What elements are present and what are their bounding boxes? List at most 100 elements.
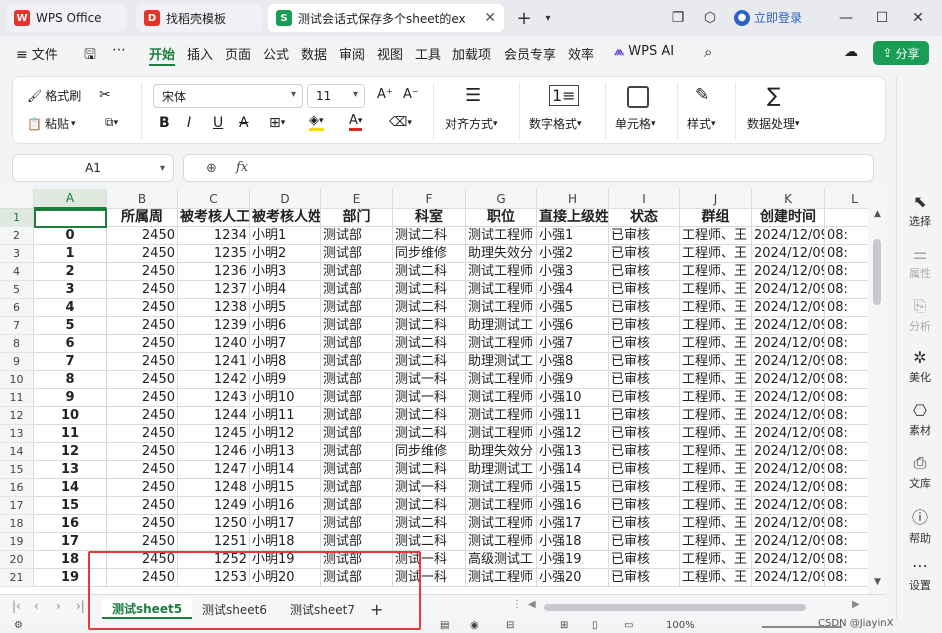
- row-header[interactable]: 13: [0, 425, 34, 443]
- font-name-select[interactable]: 宋体 ▾: [153, 84, 303, 108]
- table-cell[interactable]: 测试部: [321, 227, 393, 245]
- table-cell[interactable]: 工程师、王: [680, 443, 752, 461]
- table-cell[interactable]: 小强17: [537, 515, 609, 533]
- row-header[interactable]: 5: [0, 281, 34, 299]
- panel-materials[interactable]: ⎔ 素材: [897, 401, 942, 438]
- menu-formula[interactable]: 公式: [263, 44, 289, 63]
- eye-icon[interactable]: ◉: [470, 620, 479, 631]
- table-cell[interactable]: 小明17: [250, 515, 321, 533]
- cloud-upload-icon[interactable]: ☁: [844, 44, 858, 60]
- table-cell[interactable]: 小明7: [250, 335, 321, 353]
- table-cell[interactable]: 测试二科: [393, 317, 466, 335]
- table-cell[interactable]: 已审核: [609, 353, 680, 371]
- table-cell[interactable]: 1238: [178, 299, 250, 317]
- table-cell[interactable]: 已审核: [609, 335, 680, 353]
- table-cell[interactable]: 2450: [107, 353, 178, 371]
- fx-icon[interactable]: fx: [236, 160, 248, 175]
- select-all-corner[interactable]: [0, 189, 34, 209]
- table-cell[interactable]: 1239: [178, 317, 250, 335]
- minimize-icon[interactable]: —: [836, 8, 856, 28]
- table-cell[interactable]: 小强2: [537, 245, 609, 263]
- table-cell[interactable]: 2450: [107, 299, 178, 317]
- table-cell[interactable]: 8: [34, 371, 107, 389]
- table-cell[interactable]: 工程师、王: [680, 281, 752, 299]
- table-cell[interactable]: 小强9: [537, 371, 609, 389]
- close-window-icon[interactable]: ✕: [908, 8, 928, 28]
- table-cell[interactable]: 2024/12/09: [752, 263, 825, 281]
- align-button[interactable]: 对齐方式 ▾: [445, 115, 498, 132]
- table-cell[interactable]: 测试工程师: [466, 497, 537, 515]
- table-cell[interactable]: 2450: [107, 371, 178, 389]
- menu-home[interactable]: 开始: [149, 44, 175, 63]
- column-header-a[interactable]: A: [34, 189, 107, 209]
- table-cell[interactable]: 2024/12/09: [752, 299, 825, 317]
- table-cell[interactable]: 测试部: [321, 497, 393, 515]
- login-link[interactable]: ● 立即登录: [734, 9, 802, 26]
- table-cell[interactable]: 08:: [825, 533, 868, 551]
- close-tab-icon[interactable]: ✕: [484, 10, 496, 26]
- table-cell[interactable]: 工程师、王: [680, 371, 752, 389]
- scroll-down-icon[interactable]: ▼: [874, 577, 881, 587]
- table-cell[interactable]: 工程师、王: [680, 407, 752, 425]
- table-cell[interactable]: 测试部: [321, 461, 393, 479]
- table-cell[interactable]: 小强7: [537, 335, 609, 353]
- table-cell[interactable]: 0: [34, 227, 107, 245]
- menu-efficiency[interactable]: 效率: [568, 44, 594, 63]
- table-cell[interactable]: 已审核: [609, 389, 680, 407]
- table-cell[interactable]: 小明18: [250, 533, 321, 551]
- column-header-e[interactable]: E: [321, 189, 393, 209]
- table-cell[interactable]: 小明6: [250, 317, 321, 335]
- table-cell[interactable]: 工程师、王: [680, 497, 752, 515]
- header-cell[interactable]: 部门: [321, 209, 393, 227]
- table-cell[interactable]: 2450: [107, 227, 178, 245]
- row-header[interactable]: 18: [0, 515, 34, 533]
- table-cell[interactable]: 2024/12/09: [752, 245, 825, 263]
- table-cell[interactable]: 2450: [107, 479, 178, 497]
- table-cell[interactable]: 工程师、王: [680, 551, 752, 569]
- table-cell[interactable]: 1244: [178, 407, 250, 425]
- header-cell[interactable]: 创建时间: [752, 209, 825, 227]
- table-cell[interactable]: 小明13: [250, 443, 321, 461]
- menu-file[interactable]: ≡ 文件: [16, 44, 58, 63]
- data-process-button[interactable]: 数据处理 ▾: [747, 115, 800, 132]
- row-header[interactable]: 4: [0, 263, 34, 281]
- table-cell[interactable]: 测试工程师: [466, 515, 537, 533]
- table-cell[interactable]: 1247: [178, 461, 250, 479]
- copy-icon[interactable]: ⧉ ▾: [105, 115, 118, 130]
- table-cell[interactable]: 小强16: [537, 497, 609, 515]
- table-cell[interactable]: 测试工程师: [466, 335, 537, 353]
- table-cell[interactable]: 高级测试工: [466, 551, 537, 569]
- table-cell[interactable]: 已审核: [609, 407, 680, 425]
- wps-ai-button[interactable]: ⩕ WPS AI: [614, 44, 674, 59]
- table-cell[interactable]: 已审核: [609, 479, 680, 497]
- table-cell[interactable]: 测试二科: [393, 461, 466, 479]
- table-cell[interactable]: 2024/12/09: [752, 443, 825, 461]
- panel-analysis[interactable]: ⎘ 分析: [897, 296, 942, 334]
- scroll-up-icon[interactable]: ▲: [874, 209, 881, 219]
- save-icon[interactable]: 🖫: [84, 44, 96, 68]
- borders-icon[interactable]: ⊞ ▾: [269, 115, 285, 131]
- table-cell[interactable]: 08:: [825, 461, 868, 479]
- row-header[interactable]: 17: [0, 497, 34, 515]
- table-cell[interactable]: 2024/12/09: [752, 353, 825, 371]
- number-format-button[interactable]: 数字格式 ▾: [529, 115, 582, 132]
- table-cell[interactable]: 小明15: [250, 479, 321, 497]
- table-cell[interactable]: 08:: [825, 425, 868, 443]
- table-cell[interactable]: 1245: [178, 425, 250, 443]
- zoom-search-icon[interactable]: ⊕: [206, 161, 217, 176]
- panel-beautify[interactable]: ✲ 美化: [897, 348, 942, 385]
- new-tab-plus-icon[interactable]: +: [514, 8, 534, 29]
- strikethrough-icon[interactable]: A: [239, 115, 249, 131]
- column-header-i[interactable]: I: [609, 189, 680, 209]
- page-view-icon[interactable]: ▯: [592, 620, 598, 631]
- table-cell[interactable]: 测试部: [321, 479, 393, 497]
- more-icon[interactable]: ⋯: [112, 42, 126, 58]
- table-cell[interactable]: 1236: [178, 263, 250, 281]
- table-cell[interactable]: 助理失效分: [466, 443, 537, 461]
- table-cell[interactable]: 测试二科: [393, 227, 466, 245]
- table-cell[interactable]: 1234: [178, 227, 250, 245]
- next-sheet-icon[interactable]: ›: [56, 599, 61, 613]
- row-header[interactable]: 12: [0, 407, 34, 425]
- table-cell[interactable]: 测试二科: [393, 353, 466, 371]
- table-cell[interactable]: 08:: [825, 479, 868, 497]
